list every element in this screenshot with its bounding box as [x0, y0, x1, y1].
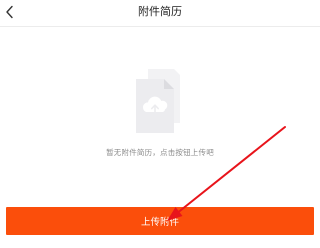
upload-attachment-button[interactable]: 上传附件 [6, 207, 314, 235]
nav-bar: 附件简历 [0, 0, 320, 27]
attachment-resume-screen: 附件简历 暂无附件简历，点击按钮上传吧 上传附件 [0, 0, 320, 248]
empty-message: 暂无附件简历，点击按钮上传吧 [106, 148, 214, 157]
empty-state: 暂无附件简历，点击按钮上传吧 [0, 27, 320, 207]
page-title: 附件简历 [138, 5, 182, 18]
cloud-upload-document-icon [136, 69, 180, 133]
